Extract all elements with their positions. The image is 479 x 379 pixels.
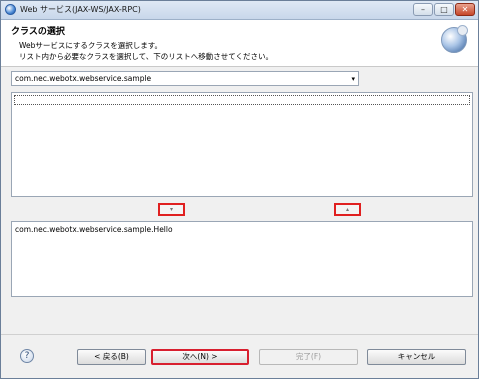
window-title: Web サービス(JAX-WS/JAX-RPC) bbox=[20, 5, 141, 14]
wizard-header: クラスの選択 Webサービスにするクラスを選択します。 リスト内から必要なクラス… bbox=[1, 20, 478, 67]
eclipse-app-icon bbox=[5, 4, 16, 15]
available-classes-list[interactable] bbox=[11, 92, 473, 197]
list-item[interactable]: com.nec.webotx.webservice.sample.Hello bbox=[15, 225, 173, 234]
page-description-line-2: リスト内から必要なクラスを選択して、下のリストへ移動させてください。 bbox=[19, 52, 274, 61]
cancel-button[interactable]: キャンセル bbox=[367, 349, 466, 365]
next-button[interactable]: 次へ(N) > bbox=[151, 349, 249, 365]
footer-divider bbox=[1, 334, 478, 335]
page-title: クラスの選択 bbox=[11, 27, 65, 37]
move-down-button[interactable]: ▾ bbox=[158, 203, 185, 216]
chevron-down-icon[interactable]: ▾ bbox=[351, 75, 355, 83]
package-select-value: com.nec.webotx.webservice.sample bbox=[15, 74, 152, 83]
minimize-button[interactable]: – bbox=[413, 3, 433, 16]
back-button[interactable]: < 戻る(B) bbox=[77, 349, 146, 365]
title-bar[interactable]: Web サービス(JAX-WS/JAX-RPC) – □ ✕ bbox=[1, 1, 478, 20]
close-button[interactable]: ✕ bbox=[455, 3, 475, 16]
maximize-button[interactable]: □ bbox=[434, 3, 454, 16]
page-description-line-1: Webサービスにするクラスを選択します。 bbox=[19, 41, 163, 50]
move-up-button[interactable]: ▴ bbox=[334, 203, 361, 216]
wizard-window: Web サービス(JAX-WS/JAX-RPC) – □ ✕ クラスの選択 We… bbox=[0, 0, 479, 379]
help-icon[interactable]: ? bbox=[20, 349, 34, 363]
selected-classes-list[interactable]: com.nec.webotx.webservice.sample.Hello bbox=[11, 221, 473, 297]
wizard-globe-icon bbox=[441, 25, 468, 53]
package-select[interactable]: com.nec.webotx.webservice.sample ▾ bbox=[11, 71, 359, 86]
finish-button[interactable]: 完了(F) bbox=[259, 349, 358, 365]
list-focus-row[interactable] bbox=[14, 95, 470, 105]
